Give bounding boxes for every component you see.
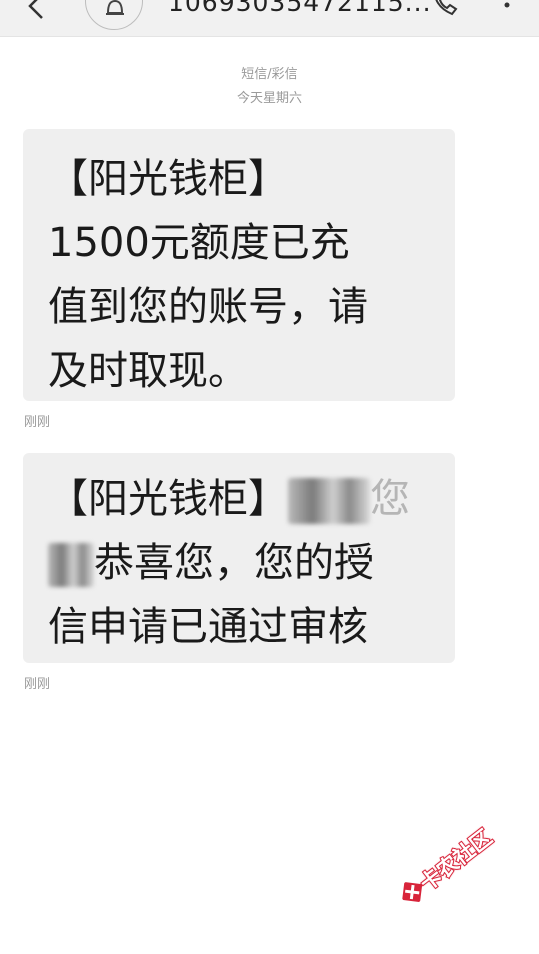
phone-call-icon[interactable] xyxy=(430,0,460,18)
watermark-text: 卡农社区 xyxy=(415,824,498,897)
message-text: 恭喜您，您的授 xyxy=(94,540,374,586)
message-text: 【阳光钱柜】 xyxy=(48,476,288,522)
message-bubble[interactable]: 【阳光钱柜】 您 恭喜您，您的授 信申请已通过审核 xyxy=(23,453,455,663)
message-type-label: 短信/彩信 xyxy=(241,67,298,82)
message-line: 信申请已通过审核 xyxy=(48,604,368,650)
redacted-block xyxy=(48,543,94,587)
message-line: 值到您的账号，请 xyxy=(48,284,368,330)
message-line: 及时取现。 xyxy=(48,348,248,394)
watermark-logo: 卡农社区 xyxy=(387,817,515,942)
more-vertical-icon[interactable] xyxy=(496,0,518,18)
contact-phone-number: 10693035472115... xyxy=(168,0,432,17)
notification-bell-button[interactable] xyxy=(85,0,143,30)
message-text: 您 xyxy=(370,476,410,522)
message-timestamp: 刚刚 xyxy=(24,677,51,692)
message-line: 【阳光钱柜】 xyxy=(48,156,288,202)
date-label: 今天星期六 xyxy=(236,91,302,106)
bell-icon xyxy=(106,0,124,15)
message-bubble[interactable]: 【阳光钱柜】 1500元额度已充 值到您的账号，请 及时取现。 xyxy=(23,129,455,401)
message-line: 恭喜您，您的授 xyxy=(48,531,435,595)
message-line: 【阳光钱柜】 您 xyxy=(48,467,435,531)
message-timestamp: 刚刚 xyxy=(24,415,51,430)
message-line: 1500元额度已充 xyxy=(48,220,350,266)
redacted-block xyxy=(288,478,370,524)
back-arrow-icon[interactable] xyxy=(20,0,50,20)
top-toolbar: 10693035472115... xyxy=(0,0,539,37)
